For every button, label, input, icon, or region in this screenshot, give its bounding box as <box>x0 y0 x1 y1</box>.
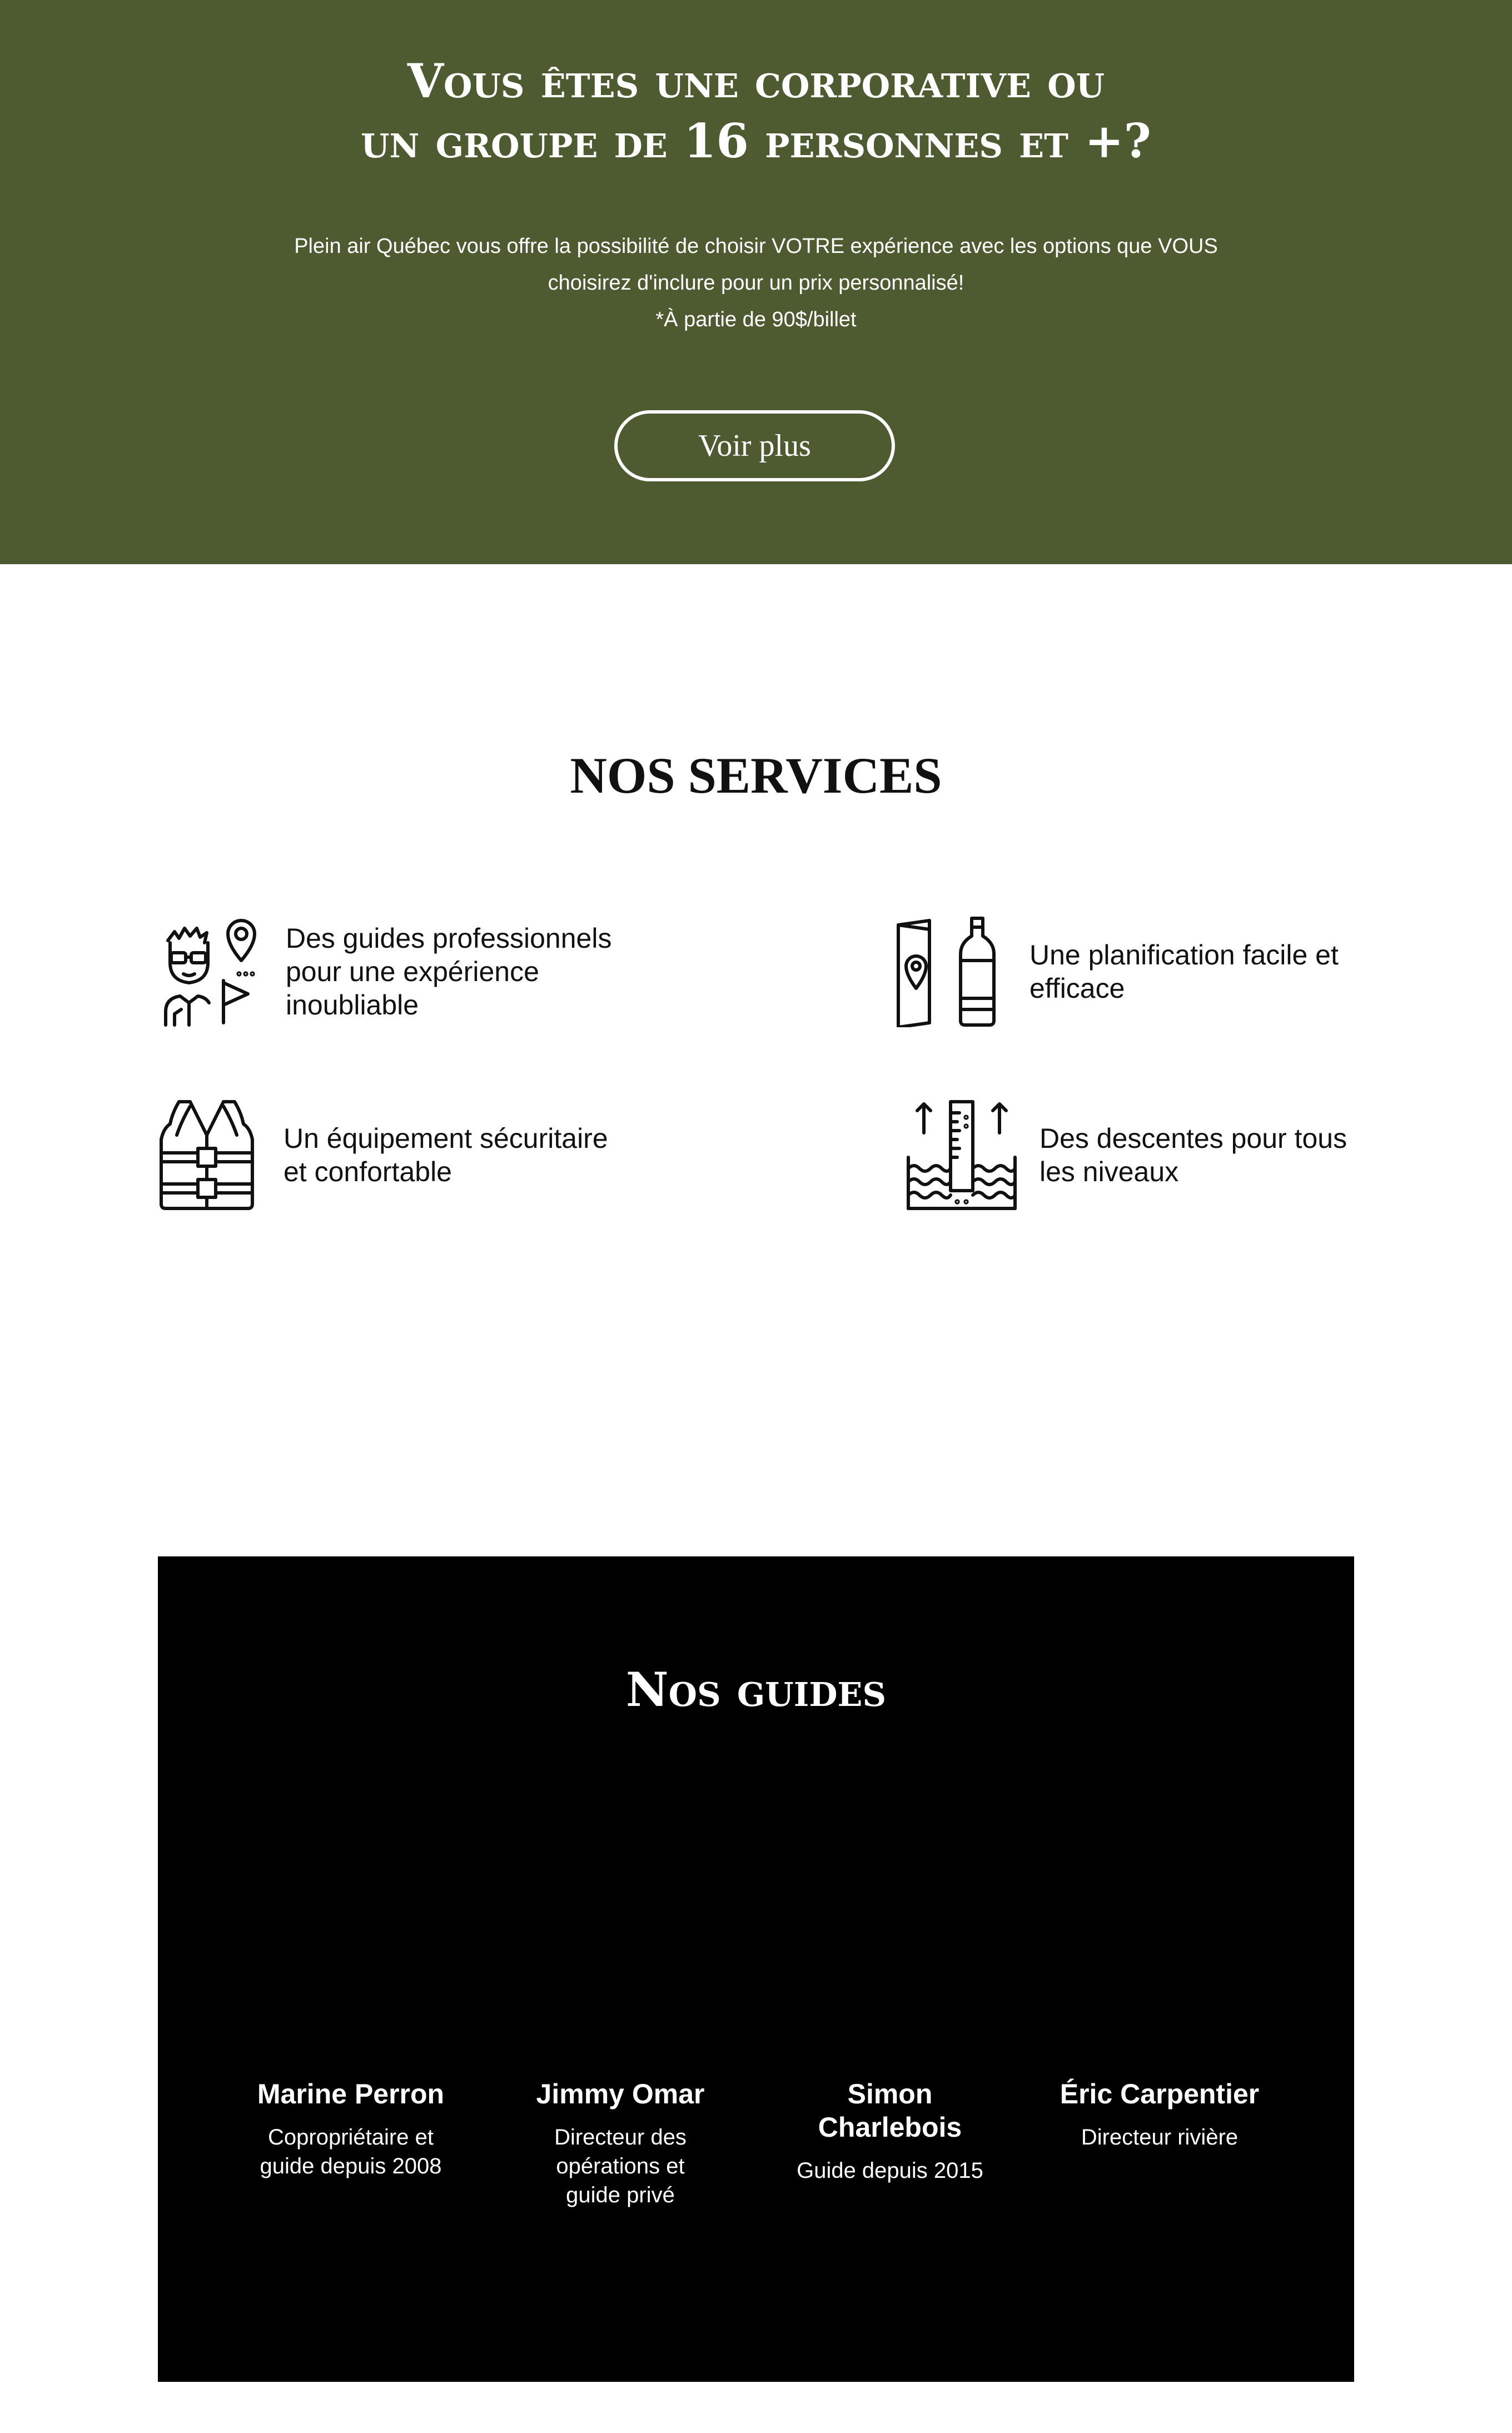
guide-name: Marine Perron <box>257 2078 445 2109</box>
voir-plus-button[interactable]: Voir plus <box>614 410 895 481</box>
water-level-icon <box>907 1100 1017 1210</box>
guide-person-icon <box>164 919 256 1027</box>
service-levels: Des descentes pour tous les niveaux <box>906 1099 1406 1211</box>
guides-title: Nos guides <box>625 1662 887 1717</box>
service-equipment: Un équipement sécuritaire et confortable <box>157 1099 662 1211</box>
guides-section: Nos guides Marine Perron Copropriétaire … <box>158 1556 1354 2382</box>
guide-name: Simon Charlebois <box>818 2078 962 2143</box>
guide-role: Guide depuis 2015 <box>797 2158 983 2183</box>
banner-description: Plein air Québec vous offre la possibili… <box>0 228 1512 338</box>
guide-card: Éric Carpentier Directeur rivière <box>1043 2077 1276 2152</box>
services-title: NOS SERVICES <box>570 747 942 804</box>
banner-price-note: *À partie de 90$/billet <box>655 308 857 331</box>
guide-role: Directeur des opérations et guide privé <box>554 2125 687 2207</box>
service-guides-label: Des guides professionnels pour une expér… <box>286 923 612 1021</box>
guide-card: Simon Charlebois Guide depuis 2015 <box>773 2077 1007 2185</box>
service-guides: Des guides professionnels pour une expér… <box>157 916 641 1027</box>
service-planning-label: Une planification facile et efficace <box>1029 939 1339 1004</box>
service-equipment-label: Un équipement sécuritaire et confortable <box>284 1123 608 1187</box>
service-planning: Une planification facile et efficace <box>896 916 1396 1027</box>
banner-title: Vous êtes une corporative ou un groupe d… <box>0 51 1512 171</box>
guide-name: Jimmy Omar <box>536 2078 705 2109</box>
guide-role: Copropriétaire et guide depuis 2008 <box>260 2125 442 2178</box>
guide-role: Directeur rivière <box>1081 2125 1239 2150</box>
banner-title-line-2: un groupe de 16 personnes et +? <box>361 113 1151 168</box>
banner-title-line-1: Vous êtes une corporative ou <box>407 53 1105 108</box>
banner-text-line-2: choisirez d'inclure pour un prix personn… <box>548 271 964 295</box>
banner-text-line-1: Plein air Québec vous offre la possibili… <box>294 235 1218 258</box>
corporate-group-banner: Vous êtes une corporative ou un groupe d… <box>0 0 1512 564</box>
guide-card: Jimmy Omar Directeur des opérations et g… <box>504 2077 737 2210</box>
guide-name: Éric Carpentier <box>1060 2078 1260 2109</box>
guide-card: Marine Perron Copropriétaire et guide de… <box>234 2077 467 2181</box>
map-bottle-icon <box>897 917 996 1027</box>
life-vest-icon <box>160 1100 254 1210</box>
service-levels-label: Des descentes pour tous les niveaux <box>1040 1123 1347 1187</box>
